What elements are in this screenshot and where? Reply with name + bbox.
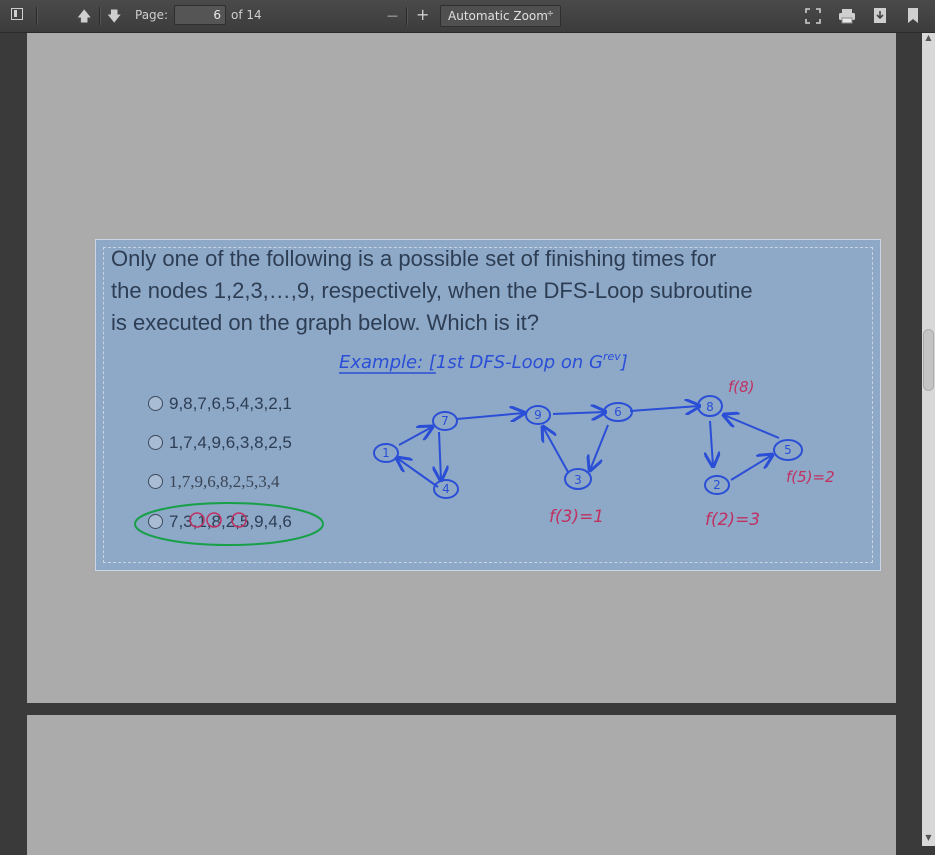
graph-nodes bbox=[373, 395, 803, 499]
annotation-title: Example: [1st DFS-Loop on Grev] bbox=[339, 350, 628, 373]
page-count: of 14 bbox=[231, 8, 262, 22]
chevron-updown-icon: ÷ bbox=[546, 9, 554, 19]
pdf-page-next bbox=[27, 715, 896, 855]
graph-node-label: 8 bbox=[706, 400, 714, 414]
previous-page-icon[interactable]: 🡅 bbox=[77, 6, 91, 30]
print-icon[interactable] bbox=[838, 8, 856, 24]
graph-node-label: 3 bbox=[574, 473, 582, 487]
graph-node-label: 4 bbox=[442, 482, 450, 496]
bookmark-icon[interactable] bbox=[907, 7, 919, 24]
download-icon[interactable] bbox=[873, 7, 887, 24]
graph-node-label: 7 bbox=[441, 414, 449, 428]
vertical-scrollbar[interactable] bbox=[922, 33, 935, 846]
graph-node-label: 5 bbox=[784, 443, 792, 457]
note-f8: f(8) bbox=[728, 378, 755, 396]
finishing-time-notes: f(8) f(5)=2 bbox=[728, 378, 835, 486]
note-f5: f(5)=2 bbox=[786, 468, 835, 486]
graph-node-label: 2 bbox=[713, 478, 721, 492]
toolbar-separator bbox=[36, 7, 38, 25]
digit-mark bbox=[206, 512, 222, 528]
note-f2: f(2)=3 bbox=[705, 510, 760, 530]
zoom-select-value: Automatic Zoom bbox=[448, 9, 548, 23]
zoom-in-button[interactable]: + bbox=[416, 5, 429, 24]
note-f3: f(3)=1 bbox=[549, 507, 604, 527]
page-number-input[interactable]: 6 bbox=[174, 5, 226, 25]
digit-mark bbox=[231, 512, 247, 528]
answer-highlight-circle bbox=[134, 502, 324, 546]
graph-node-label: 9 bbox=[534, 408, 542, 422]
handwritten-annotations: Example: [1st DFS-Loop on Grev] 1 7 4 9 … bbox=[134, 350, 835, 546]
zoom-out-button[interactable]: — bbox=[387, 9, 398, 22]
graph-node-label: 1 bbox=[382, 446, 390, 460]
sidebar-toggle-icon[interactable] bbox=[11, 8, 23, 20]
page-label: Page: bbox=[135, 8, 169, 22]
scrollbar-thumb[interactable] bbox=[923, 329, 934, 391]
toolbar-separator bbox=[99, 7, 101, 25]
fullscreen-icon[interactable] bbox=[805, 8, 821, 24]
graph-edges bbox=[397, 406, 780, 488]
digit-mark bbox=[189, 512, 205, 528]
next-page-icon[interactable]: 🡇 bbox=[107, 6, 121, 30]
lecture-slide: Only one of the following is a possible … bbox=[95, 239, 881, 571]
toolbar-separator bbox=[406, 7, 408, 25]
pdf-toolbar: 🡅 🡇 Page: 6 of 14 — + Automatic Zoom ÷ bbox=[0, 0, 935, 33]
scroll-up-icon[interactable]: ▲ bbox=[922, 33, 935, 45]
graph-node-label: 6 bbox=[614, 405, 622, 419]
zoom-select[interactable]: Automatic Zoom ÷ bbox=[440, 5, 561, 27]
graph-node-labels: 1 7 4 9 6 3 8 2 5 bbox=[382, 400, 792, 496]
scroll-down-icon[interactable]: ▼ bbox=[922, 833, 935, 845]
